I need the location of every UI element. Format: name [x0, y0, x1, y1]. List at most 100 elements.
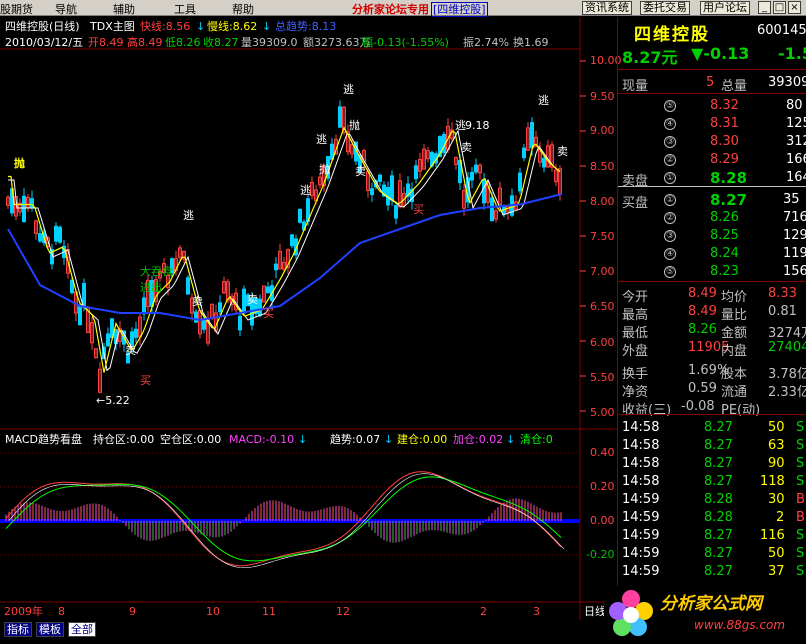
ad-url[interactable]: www.88gs.com	[694, 619, 785, 632]
tick-time: 14:58	[622, 474, 660, 489]
stat-value: 27404	[768, 340, 806, 355]
tick-time: 14:58	[622, 456, 660, 471]
x-label: 2	[480, 605, 487, 618]
sell-order-row[interactable]: ③ 8.30 312	[618, 133, 806, 151]
tick-price: 8.27	[704, 528, 733, 543]
candle-body	[106, 333, 110, 347]
info-amplitude: 振2.74%	[463, 36, 509, 49]
sell-price: 8.30	[710, 134, 739, 149]
buy-volume: 35	[783, 192, 800, 207]
candle-body	[266, 286, 270, 294]
news-system-button[interactable]: 资讯系统	[582, 1, 632, 15]
notice-stock-box: [四维控股]	[431, 2, 488, 17]
candle-body	[78, 306, 82, 326]
trade-button[interactable]: 委托交易	[640, 1, 690, 15]
buy-order-row[interactable]: ② 8.26 716	[618, 209, 806, 227]
candle-body	[242, 288, 246, 314]
tab-indicator[interactable]: 指标	[4, 622, 32, 637]
candle-body	[218, 302, 222, 313]
candle-body	[54, 225, 58, 242]
kline-chart-area[interactable]: 四维控股(日线) TDX主图 快线:8.56 ↓ 慢线:8.62 ↓ 总趋势:8…	[0, 17, 622, 620]
buy-volume: 716	[783, 210, 806, 225]
candle-body	[542, 157, 546, 168]
y-tick: 9.50	[590, 90, 615, 103]
macd-empty: 空仓区:0.00	[160, 433, 222, 446]
candle-body	[134, 328, 138, 338]
tick-price: 8.28	[704, 510, 733, 525]
stat-row: 今开 8.49 均价 8.33	[618, 285, 806, 305]
signal-buy: 买	[413, 203, 424, 216]
menu-item-help[interactable]: 帮助	[232, 1, 254, 17]
stat-value: 8.33	[768, 286, 797, 301]
tick-price: 8.27	[704, 564, 733, 579]
buy-volume: 119	[783, 246, 806, 261]
level-badge: ③	[664, 230, 676, 242]
y-tick: 7.00	[590, 265, 615, 278]
candle-body	[482, 179, 486, 204]
level-badge: ④	[664, 118, 676, 130]
tick-price: 8.27	[704, 474, 733, 489]
stat-label: PE(动)	[721, 403, 761, 418]
tick-row: 14:59 8.28 30 B	[618, 491, 806, 509]
maximize-icon[interactable]: □	[773, 1, 786, 14]
sell-order-row[interactable]: 卖盘①8.28164	[618, 169, 806, 189]
stat-row: 最低8.26金额3274万	[618, 321, 806, 341]
y-tick: 8.00	[590, 195, 615, 208]
tick-time: 14:59	[622, 528, 660, 543]
menu-item-navigate[interactable]: 导航	[55, 1, 77, 17]
tick-side: S	[796, 456, 805, 471]
candle-body	[530, 122, 534, 149]
buy-order-row[interactable]: ⑤ 8.23 156	[618, 263, 806, 281]
buy-order-row[interactable]: ④ 8.24 119	[618, 245, 806, 263]
buy-order-row[interactable]: 买盘 ① 8.27 35	[618, 191, 806, 211]
tick-volume: 63	[768, 438, 785, 453]
signal-sell: 卖	[192, 295, 203, 308]
tick-volume: 37	[768, 564, 785, 579]
menu-item-tools[interactable]: 工具	[174, 1, 196, 17]
sell-price: 8.28	[710, 169, 748, 187]
candle-body	[474, 164, 478, 173]
stat-row: 最高 8.49 量比 0.81	[618, 303, 806, 323]
tab-all[interactable]: 全部	[68, 622, 96, 637]
tick-price: 8.27	[704, 438, 733, 453]
total-vol: 39309	[768, 75, 806, 90]
menu-item-futures[interactable]: 股期货	[0, 1, 33, 17]
signal-sell: 卖	[247, 293, 258, 306]
sell-order-row[interactable]: ④ 8.31 125	[618, 115, 806, 133]
stat-label: 内盘	[721, 344, 748, 359]
tick-volume: 50	[768, 546, 785, 561]
info-close: 收8.27	[203, 36, 239, 49]
forum-button[interactable]: 用户论坛	[700, 1, 750, 15]
signal-sell: 卖	[557, 145, 568, 158]
tick-time: 14:59	[622, 492, 660, 507]
info-high: 高8.49	[127, 36, 163, 49]
trend-line	[7, 193, 563, 322]
period-label[interactable]: 日线	[584, 605, 606, 618]
macd-add-arrow-icon: ↓	[506, 433, 516, 446]
close-icon[interactable]: ×	[788, 1, 801, 14]
tick-row: 14:59 8.27 116 S	[618, 527, 806, 545]
sell-volume: 125	[786, 116, 806, 131]
tick-side: S	[796, 564, 805, 579]
candle-body	[38, 233, 42, 242]
candle-body	[186, 277, 190, 295]
buy-price: 8.25	[710, 228, 739, 243]
info-open: 开8.49	[88, 36, 124, 49]
signal-swallow: 大吞食	[140, 265, 173, 278]
candle-body	[378, 174, 382, 182]
menu-item-assist[interactable]: 辅助	[113, 1, 135, 17]
tab-template[interactable]: 模板	[36, 622, 64, 637]
sell-order-row[interactable]: ② 8.29 166	[618, 151, 806, 169]
ad-banner[interactable]: 分析家公式网 www.88gs.com	[604, 586, 806, 644]
signal-sell: 卖	[461, 141, 472, 154]
buy-order-row[interactable]: ③ 8.25 1294	[618, 227, 806, 245]
tick-row: 14:58 8.27 90 S	[618, 455, 806, 473]
minimize-icon[interactable]: _	[758, 1, 771, 14]
tick-price: 8.28	[704, 492, 733, 507]
sell-order-row[interactable]: ⑤ 8.32 80	[618, 97, 806, 115]
info-change: 幅-0.13(-1.55%)	[362, 36, 449, 49]
stat-value: 8.49	[688, 286, 717, 301]
y-tick: 6.50	[590, 300, 615, 313]
sell-volume: 166	[786, 152, 806, 167]
forum-notice: 分析家论坛专用 [四维控股]	[352, 1, 488, 17]
